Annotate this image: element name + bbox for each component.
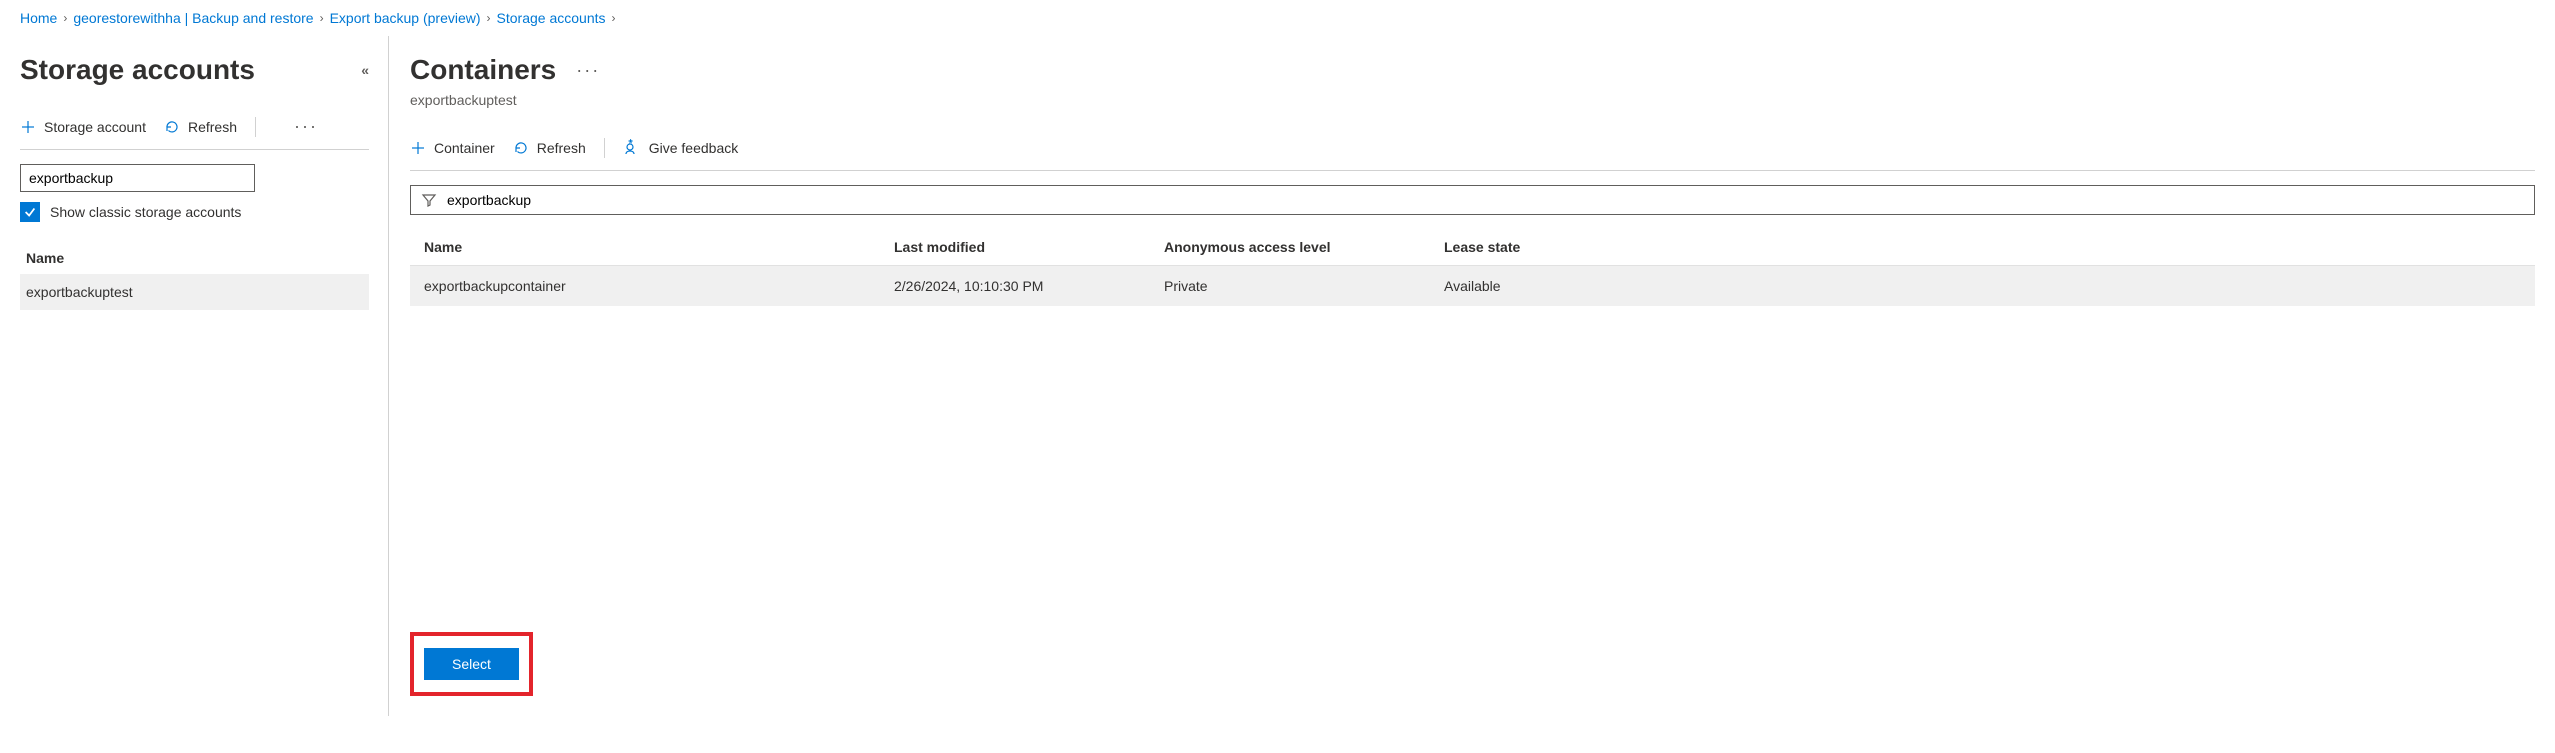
feedback-icon [623, 139, 641, 157]
breadcrumb-export[interactable]: Export backup (preview) [330, 10, 481, 26]
col-header-access[interactable]: Anonymous access level [1164, 239, 1444, 255]
refresh-label: Refresh [537, 140, 586, 156]
breadcrumb: Home › georestorewithha | Backup and res… [0, 0, 2555, 36]
chevron-right-icon: › [612, 11, 616, 25]
breadcrumb-storage[interactable]: Storage accounts [497, 10, 606, 26]
check-icon [23, 205, 37, 219]
show-classic-checkbox[interactable] [20, 202, 40, 222]
checkbox-label: Show classic storage accounts [50, 204, 241, 220]
cell-access: Private [1164, 278, 1444, 294]
page-title: Containers [410, 54, 556, 86]
search-input[interactable] [20, 164, 255, 192]
containers-panel: Containers ··· exportbackuptest Containe… [390, 36, 2555, 716]
refresh-icon [513, 140, 529, 156]
add-label: Storage account [44, 119, 146, 135]
chevron-right-icon: › [487, 11, 491, 25]
table-header: Name Last modified Anonymous access leve… [410, 229, 2535, 266]
more-icon[interactable]: ··· [576, 60, 600, 81]
select-button[interactable]: Select [424, 648, 519, 680]
plus-icon [20, 119, 36, 135]
collapse-icon[interactable]: « [361, 62, 369, 78]
col-header-modified[interactable]: Last modified [894, 239, 1164, 255]
separator [604, 138, 605, 158]
panel-divider [388, 36, 389, 716]
refresh-button[interactable]: Refresh [513, 140, 586, 156]
more-icon[interactable]: ··· [294, 116, 318, 137]
refresh-label: Refresh [188, 119, 237, 135]
highlight-annotation: Select [410, 632, 533, 696]
separator [255, 117, 256, 137]
chevron-right-icon: › [63, 11, 67, 25]
breadcrumb-home[interactable]: Home [20, 10, 57, 26]
add-storage-account-button[interactable]: Storage account [20, 119, 146, 135]
cell-name: exportbackupcontainer [424, 278, 894, 294]
left-toolbar: Storage account Refresh ··· [20, 116, 369, 150]
page-title: Storage accounts [20, 54, 255, 86]
refresh-button[interactable]: Refresh [164, 119, 237, 135]
page-subtitle: exportbackuptest [410, 92, 2535, 108]
col-header-name[interactable]: Name [424, 239, 894, 255]
storage-accounts-panel: Storage accounts « Storage account Refre… [0, 36, 390, 716]
refresh-icon [164, 119, 180, 135]
cell-modified: 2/26/2024, 10:10:30 PM [894, 278, 1164, 294]
filter-icon [421, 192, 437, 208]
feedback-button[interactable]: Give feedback [623, 139, 739, 157]
col-header-lease[interactable]: Lease state [1444, 239, 2521, 255]
add-label: Container [434, 140, 495, 156]
right-toolbar: Container Refresh Give feedback [410, 138, 2535, 171]
filter-input[interactable] [447, 192, 2524, 208]
table-row[interactable]: exportbackupcontainer 2/26/2024, 10:10:3… [410, 266, 2535, 306]
chevron-right-icon: › [320, 11, 324, 25]
plus-icon [410, 140, 426, 156]
filter-input-container[interactable] [410, 185, 2535, 215]
cell-lease: Available [1444, 278, 2521, 294]
add-container-button[interactable]: Container [410, 140, 495, 156]
footer: Select [410, 612, 2535, 716]
breadcrumb-resource[interactable]: georestorewithha | Backup and restore [73, 10, 313, 26]
column-header-name[interactable]: Name [20, 242, 369, 274]
storage-account-row[interactable]: exportbackuptest [20, 274, 369, 310]
containers-table: Name Last modified Anonymous access leve… [410, 229, 2535, 306]
feedback-label: Give feedback [649, 140, 739, 156]
